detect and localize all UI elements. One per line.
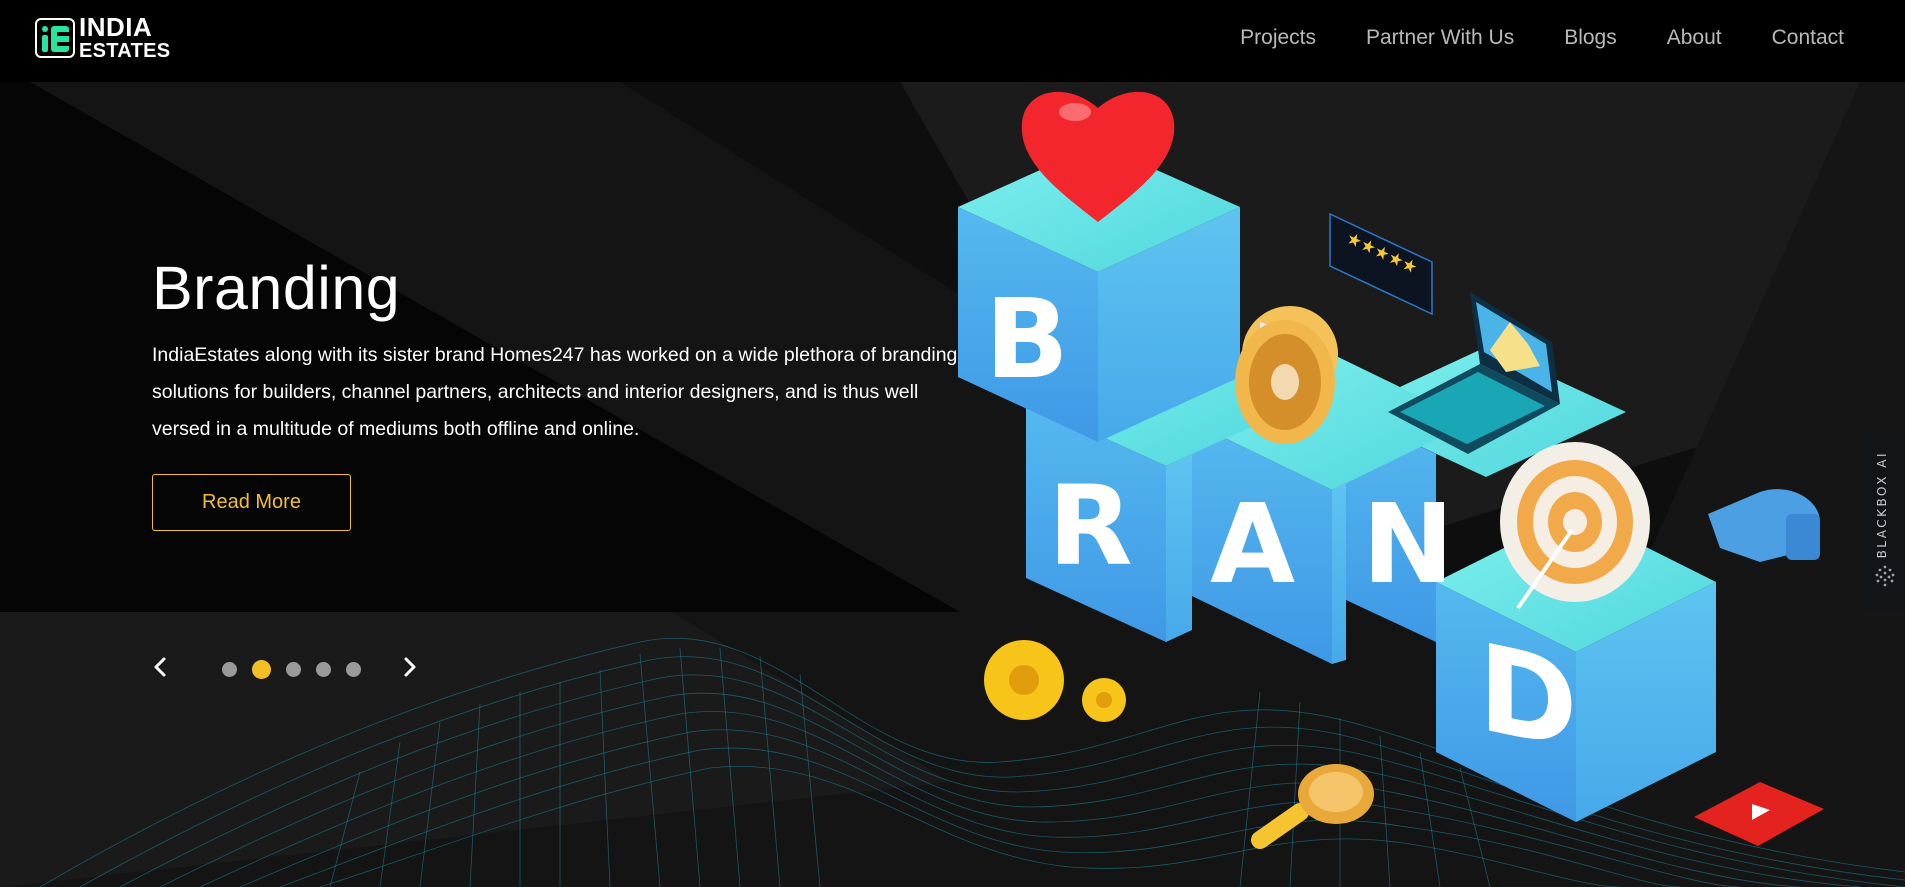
- read-more-button[interactable]: Read More: [152, 474, 351, 531]
- chevron-left-icon: [154, 657, 166, 677]
- carousel-dot-1[interactable]: [222, 662, 237, 677]
- main-nav: Projects Partner With Us Blogs About Con…: [1240, 26, 1844, 50]
- logo-text: INDIA ESTATES: [79, 14, 170, 61]
- blackbox-cube-icon: [1875, 565, 1895, 587]
- carousel-indicators: [222, 660, 361, 679]
- nav-blogs[interactable]: Blogs: [1564, 26, 1617, 50]
- letter-r: R: [1048, 462, 1133, 590]
- nav-partner-with-us[interactable]: Partner With Us: [1366, 26, 1514, 50]
- nav-projects[interactable]: Projects: [1240, 26, 1316, 50]
- video-play-icon: [1694, 782, 1824, 846]
- carousel-dot-3[interactable]: [286, 662, 301, 677]
- carousel-next-button[interactable]: [402, 656, 418, 683]
- carousel-dot-5[interactable]: [346, 662, 361, 677]
- nav-about[interactable]: About: [1667, 26, 1722, 50]
- blackbox-ai-label: BLACKBOX AI: [1875, 451, 1889, 559]
- carousel-prev-button[interactable]: [152, 656, 168, 683]
- nav-contact[interactable]: Contact: [1772, 26, 1844, 50]
- logo-line-1: INDIA: [79, 12, 153, 42]
- carousel-dot-2[interactable]: [252, 660, 271, 679]
- logo-line-2: ESTATES: [79, 40, 171, 62]
- hero-text-block: Branding IndiaEstates along with its sis…: [152, 258, 972, 448]
- hero-title: Branding: [152, 254, 401, 322]
- rating-stars-icon: ★★★★★: [1329, 212, 1433, 316]
- magnifier-icon: [1251, 764, 1374, 849]
- logo-icon: [35, 17, 75, 58]
- letter-d: D: [1478, 616, 1578, 778]
- chevron-right-icon: [404, 657, 416, 677]
- letter-n: N: [1362, 480, 1454, 608]
- thumbs-up-icon: [1708, 489, 1820, 562]
- hero-description: IndiaEstates along with its sister brand…: [152, 344, 958, 440]
- blackbox-ai-tab[interactable]: BLACKBOX AI: [1863, 431, 1905, 611]
- hero-carousel: D N A R B ★★★★★ Branding IndiaEstates al…: [0, 82, 1905, 887]
- letter-a: A: [1210, 480, 1295, 608]
- gear-icon: [984, 640, 1126, 722]
- india-estates-logo[interactable]: INDIA ESTATES: [35, 14, 170, 61]
- letter-b: B: [985, 275, 1069, 403]
- carousel-dot-4[interactable]: [316, 662, 331, 677]
- site-header: INDIA ESTATES Projects Partner With Us B…: [0, 0, 1905, 82]
